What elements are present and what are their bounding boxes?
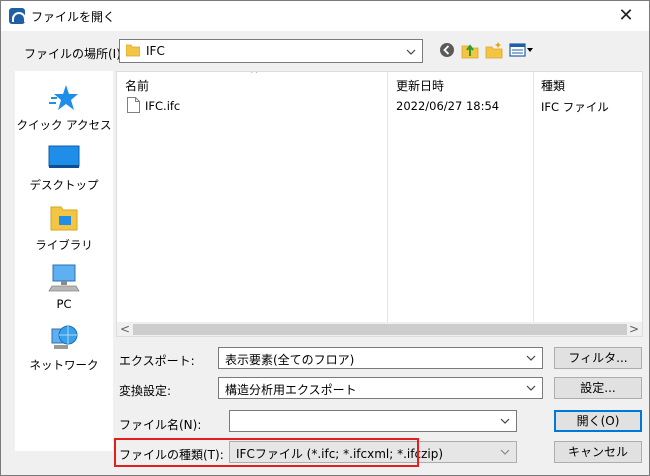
chevron-down-icon [500,414,510,428]
scroll-right-button[interactable]: > [626,322,642,336]
network-icon [51,325,78,349]
open-file-dialog: ファイルを開く ✕ ファイルの場所(I): IFC クイック アクセス デスクト… [0,0,650,476]
scrollbar-thumb[interactable] [133,324,627,335]
star-icon [49,85,78,110]
location-value: IFC [146,44,165,58]
horizontal-scrollbar[interactable]: < > [117,322,642,336]
back-icon[interactable] [438,41,456,59]
settings-button[interactable]: 設定... [554,377,642,399]
file-name-cell[interactable]: IFC.ifc [145,99,180,113]
export-combo[interactable]: 表示要素(全てのフロア) [218,347,543,369]
location-label: ファイルの場所(I): [24,47,125,61]
filename-label: ファイル名(N): [119,418,202,432]
filename-combo[interactable] [229,410,517,432]
title-bar: ファイルを開く ✕ [1,1,649,31]
export-label: エクスポート: [119,354,195,368]
desktop-icon [48,145,80,168]
scroll-left-button[interactable]: < [117,322,133,336]
app-icon [9,8,26,24]
folder-icon [126,44,140,57]
conversion-value: 構造分析用エクスポート [225,383,357,397]
place-library[interactable]: ライブラリ [15,203,113,259]
column-header-type[interactable]: 種類 [541,77,565,94]
place-desktop[interactable]: デスクトップ [15,143,113,199]
file-modified-cell: 2022/06/27 18:54 [396,99,500,113]
view-menu-icon[interactable] [509,41,535,59]
chevron-down-icon [500,445,510,459]
new-folder-icon[interactable] [485,41,503,59]
sort-ascending-icon: ^ [250,71,259,80]
column-header-modified[interactable]: 更新日時 [396,77,444,94]
place-pc[interactable]: PC [15,263,113,319]
conversion-combo[interactable]: 構造分析用エクスポート [218,377,543,399]
place-label: クイック アクセス [16,118,112,132]
file-icon [127,97,140,113]
place-label: ネットワーク [29,358,99,372]
place-label: ライブラリ [35,238,93,252]
location-combo[interactable]: IFC [119,39,423,63]
chevron-down-icon [406,45,416,59]
close-button[interactable]: ✕ [603,1,649,31]
file-type-cell: IFC ファイル [541,100,609,114]
cancel-button[interactable]: キャンセル [554,441,642,463]
column-divider[interactable] [387,72,388,322]
file-list[interactable]: ^ 名前 更新日時 種類 IFC.ifc 2022/06/27 18:54 IF… [116,71,643,337]
export-value: 表示要素(全てのフロア) [225,353,355,367]
pc-icon [48,264,80,292]
place-label: デスクトップ [29,178,99,192]
places-bar: クイック アクセス デスクトップ ライブラリ PC ネットワーク [15,71,113,451]
place-label: PC [56,297,72,311]
conversion-label: 変換設定: [119,384,172,398]
up-folder-icon[interactable] [461,41,479,59]
filter-button[interactable]: フィルタ... [554,347,642,369]
chevron-down-icon [526,351,536,365]
column-divider[interactable] [533,72,534,322]
annotation-highlight-box [114,438,419,467]
chevron-down-icon [526,381,536,395]
open-button[interactable]: 開く(O) [554,410,642,432]
library-icon [50,206,78,231]
window-title: ファイルを開く [31,10,116,24]
place-network[interactable]: ネットワーク [15,323,113,379]
place-quick-access[interactable]: クイック アクセス [15,83,113,139]
column-header-name[interactable]: 名前 [125,77,149,94]
